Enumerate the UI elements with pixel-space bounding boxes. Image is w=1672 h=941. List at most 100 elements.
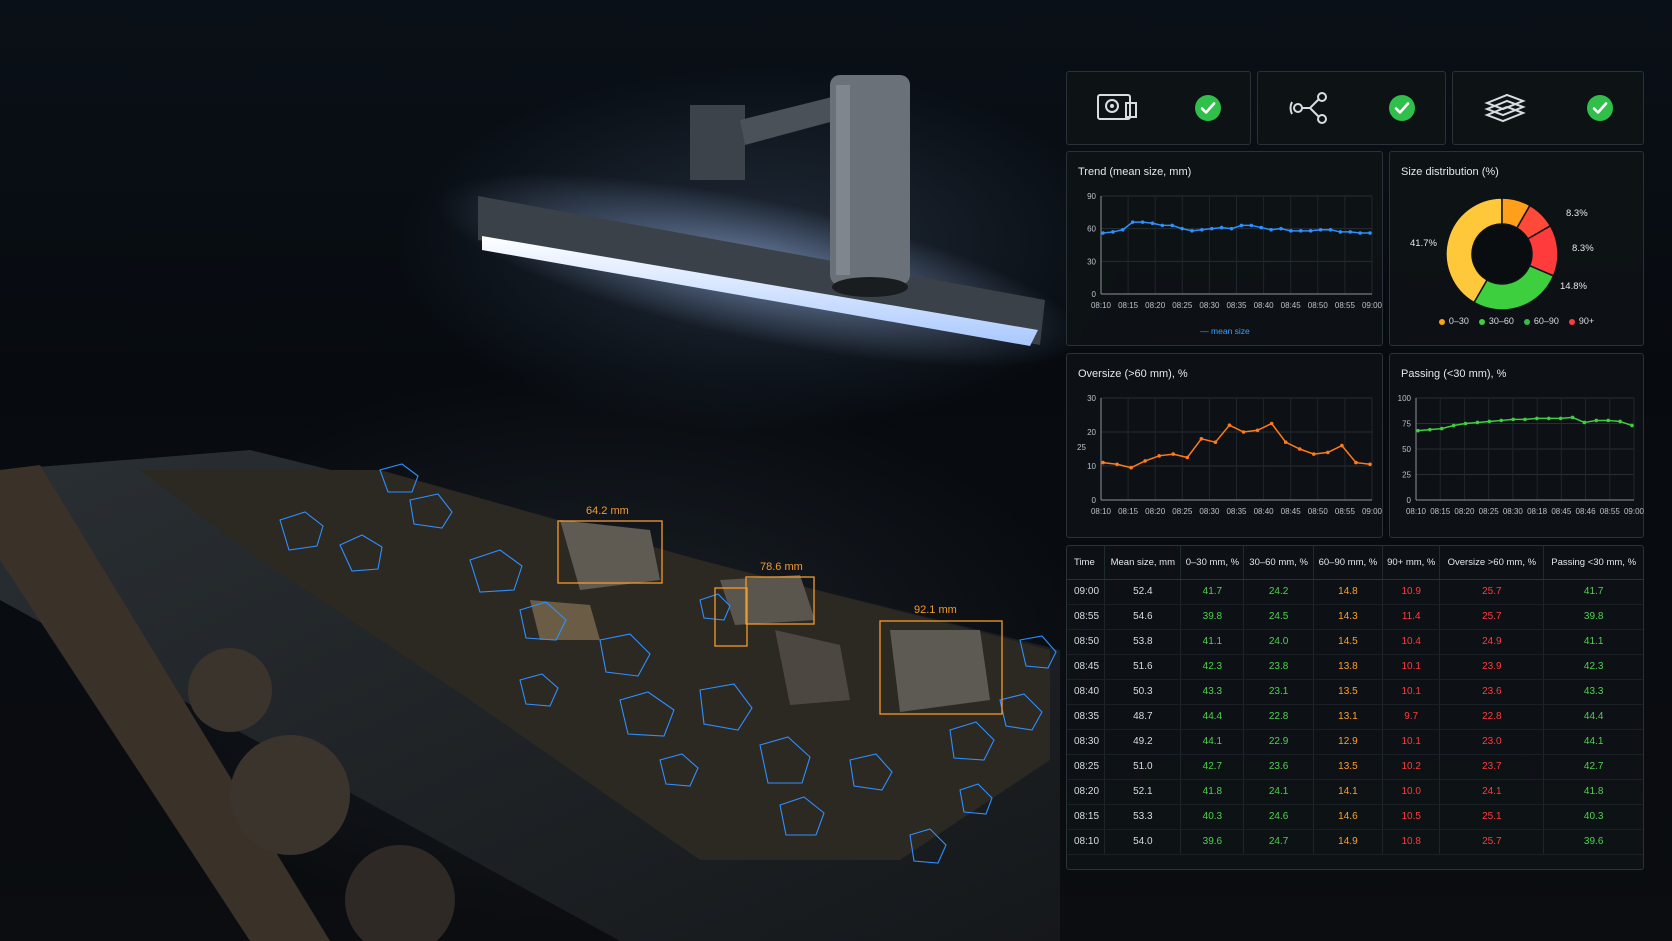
legend-label: 0–30: [1448, 316, 1469, 326]
table-cell: 24.1: [1439, 779, 1545, 805]
table-cell: 42.7: [1543, 754, 1643, 780]
column-header[interactable]: 90+ mm, %: [1382, 546, 1441, 580]
check-icon: [1587, 95, 1613, 121]
table-cell: 9.7: [1382, 704, 1441, 730]
data-point: [1318, 227, 1323, 232]
column-header[interactable]: Time: [1067, 546, 1106, 580]
pie-label: 14.8%: [1560, 281, 1587, 292]
y-tick-label: 75: [1402, 420, 1411, 429]
table-cell: 24.7: [1243, 829, 1314, 855]
data-point: [1594, 418, 1599, 423]
detection-label: 64.2 mm: [586, 505, 629, 517]
status-card-network[interactable]: [1257, 71, 1446, 145]
column-header[interactable]: 60–90 mm, %: [1313, 546, 1384, 580]
camera-highlight: [836, 85, 850, 275]
data-point: [1171, 452, 1176, 456]
status-card-camera[interactable]: [1066, 71, 1251, 145]
data-point: [1241, 430, 1246, 434]
legend-item[interactable]: 60–90: [1523, 316, 1559, 326]
x-tick-label: 08:30: [1199, 507, 1220, 516]
x-tick-label: 08:40: [1254, 507, 1275, 516]
table-row[interactable]: 08:10 54.0 39.6 24.7 14.9 10.8 25.7 39.6: [1067, 829, 1643, 855]
data-point: [1143, 459, 1147, 463]
legend-item[interactable]: 0–30: [1438, 316, 1469, 326]
y-tick-label: 0: [1407, 496, 1412, 505]
table-cell: 44.4: [1180, 704, 1245, 730]
data-point: [1428, 427, 1432, 432]
table-cell: 24.2: [1243, 579, 1314, 605]
data-point: [1297, 447, 1302, 451]
table-cell: 51.0: [1104, 754, 1182, 780]
data-point: [1570, 415, 1575, 420]
data-point: [1279, 226, 1283, 231]
y-tick-label: 30: [1087, 394, 1096, 403]
table-row[interactable]: 08:40 50.3 43.3 23.1 13.5 10.1 23.6 43.3: [1067, 679, 1643, 705]
table-cell: 23.0: [1439, 729, 1545, 755]
x-tick-label: 09:00: [1362, 507, 1383, 516]
x-tick-label: 08:10: [1091, 507, 1112, 516]
detection-label: 78.6 mm: [760, 561, 803, 573]
table-cell: 41.1: [1180, 629, 1245, 655]
legend-dot: [1568, 318, 1575, 325]
data-point: [1200, 227, 1204, 232]
camera-lens: [832, 277, 908, 297]
table-cell: 25.7: [1439, 604, 1545, 630]
table-row[interactable]: 08:55 54.6 39.8 24.5 14.3 11.4 25.7 39.8: [1067, 604, 1643, 630]
data-point: [1487, 419, 1492, 424]
data-point: [1439, 426, 1444, 431]
column-header[interactable]: Oversize >60 mm, %: [1439, 546, 1545, 580]
table-row[interactable]: 09:00 52.4 41.7 24.2 14.8 10.9 25.7 41.7: [1067, 579, 1643, 605]
data-point: [1368, 462, 1372, 467]
table-cell: 23.7: [1439, 754, 1545, 780]
trend-chart[interactable]: 0 30 60 90 08:10 08:15 08:20 08:25 08:30 08:35 08:…: [1067, 152, 1384, 347]
x-tick-label: 09:00: [1362, 301, 1383, 310]
table-cell: 41.7: [1543, 579, 1643, 605]
table-row[interactable]: 08:15 53.3 40.3 24.6 14.6 10.5 25.1 40.3: [1067, 804, 1643, 830]
table-cell: 43.3: [1180, 679, 1245, 705]
table-cell: 39.6: [1180, 829, 1245, 855]
table-cell: 53.8: [1104, 629, 1182, 655]
oversize-chart[interactable]: 0 10 20 30 08:10 08:15 08:20 08:25 08:30 08:35 08:…: [1067, 354, 1384, 539]
data-point: [1180, 226, 1184, 231]
x-tick-label: 08:55: [1600, 507, 1621, 516]
column-header[interactable]: Passing <30 mm, %: [1543, 546, 1643, 580]
x-tick-label: 08:25: [1172, 301, 1193, 310]
legend-item[interactable]: 30–60: [1478, 316, 1514, 326]
table-cell: 10.4: [1382, 629, 1441, 655]
table-cell: 43.3: [1543, 679, 1643, 705]
x-tick-label: 08:30: [1503, 507, 1524, 516]
side-label: 25: [1077, 443, 1086, 452]
table-row[interactable]: 08:50 53.8 41.1 24.0 14.5 10.4 24.9 41.1: [1067, 629, 1643, 655]
table-row[interactable]: 08:30 49.2 44.1 22.9 12.9 10.1 23.0 44.1: [1067, 729, 1643, 755]
camera-bracket: [690, 105, 745, 180]
passing-chart[interactable]: 0 25 50 75 100 08:10 08:15 08:20 08:25 08:30 08:18…: [1390, 354, 1645, 539]
data-point: [1368, 231, 1372, 235]
y-tick-label: 0: [1092, 496, 1097, 505]
table-cell: 10.0: [1382, 779, 1441, 805]
table-cell: 24.6: [1243, 804, 1314, 830]
data-point: [1338, 230, 1343, 234]
table-row[interactable]: 08:25 51.0 42.7 23.6 13.5 10.2 23.7 42.7: [1067, 754, 1643, 780]
roller: [188, 648, 272, 732]
table-cell: 23.9: [1439, 654, 1545, 680]
data-point: [1475, 420, 1480, 425]
legend-item[interactable]: 90+: [1568, 316, 1594, 326]
data-point: [1311, 452, 1316, 456]
table-cell: 13.5: [1313, 679, 1384, 705]
stack-icon: [1484, 93, 1526, 123]
table-row[interactable]: 08:35 48.7 44.4 22.8 13.1 9.7 22.8 44.4: [1067, 704, 1643, 730]
table-row[interactable]: 08:45 51.6 42.3 23.8 13.8 10.1 23.9 42.3: [1067, 654, 1643, 680]
table-row[interactable]: 08:20 52.1 41.8 24.1 14.1 10.0 24.1 41.8: [1067, 779, 1643, 805]
table-cell: 42.3: [1543, 654, 1643, 680]
table-cell: 08:20: [1067, 779, 1106, 805]
table-cell: 52.1: [1104, 779, 1182, 805]
status-card-storage[interactable]: [1452, 71, 1644, 145]
trend-legend: — mean size: [1200, 326, 1250, 336]
column-header[interactable]: 0–30 mm, %: [1180, 546, 1245, 580]
y-tick-label: 25: [1402, 471, 1411, 480]
column-header[interactable]: Mean size, mm: [1104, 546, 1182, 580]
table-cell: 24.1: [1243, 779, 1314, 805]
data-point: [1358, 231, 1362, 235]
column-header[interactable]: 30–60 mm, %: [1243, 546, 1314, 580]
y-tick-label: 90: [1087, 192, 1096, 201]
